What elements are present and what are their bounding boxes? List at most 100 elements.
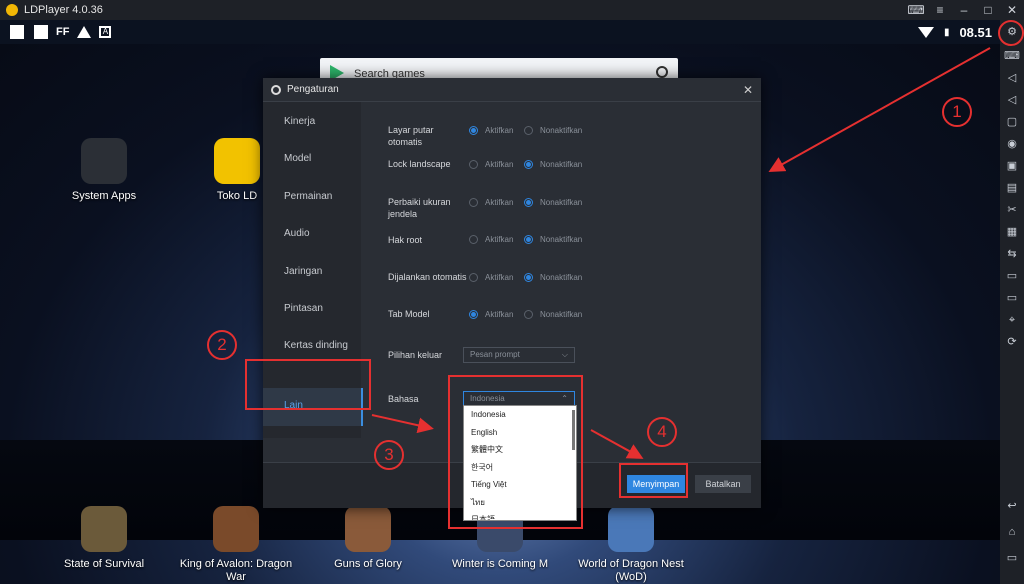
app-guns-of-glory[interactable]: Guns of Glory (308, 506, 428, 571)
back-icon[interactable]: ↩ (1003, 498, 1021, 514)
option-nonaktifkan[interactable]: Nonaktifkan (524, 235, 582, 244)
setting-label: Hak root (388, 235, 423, 245)
warning-icon (77, 26, 92, 38)
option-label: Nonaktifkan (540, 160, 583, 169)
app-system-apps[interactable]: System Apps (44, 138, 164, 203)
keyboard-icon[interactable]: ⌨ (1003, 48, 1021, 64)
radio-on[interactable] (524, 198, 533, 207)
dialog-header: Pengaturan ✕ (263, 78, 761, 102)
toko-ld-icon (214, 138, 260, 184)
option-label: Nonaktifkan (540, 126, 583, 135)
setting-label: Perbaiki ukuran jendela (388, 197, 451, 219)
exit-choice-value: Pesan prompt (470, 350, 520, 359)
screenshot-icon[interactable]: ▢ (1003, 114, 1021, 130)
android-status-bar: FF A ▮ 08.51 (0, 20, 1000, 44)
app-world-of-dragon-nest[interactable]: World of Dragon Nest (WoD) (571, 506, 691, 584)
status-right: ▮ 08.51 (917, 20, 992, 44)
option-aktifkan[interactable]: Aktifkan (469, 310, 513, 319)
option-label: Nonaktifkan (540, 310, 583, 319)
volume-up-icon[interactable]: ◁ (1003, 70, 1021, 86)
radio-off[interactable] (469, 273, 478, 282)
volume-down-icon[interactable]: ◁ (1003, 92, 1021, 108)
status-box-icon: A (99, 26, 112, 38)
app-label: King of Avalon: Dragon War (179, 558, 293, 583)
multi-instance-icon[interactable]: ▦ (1003, 224, 1021, 240)
rotate-icon[interactable]: ⟳ (1003, 334, 1021, 350)
option-label: Nonaktifkan (540, 235, 583, 244)
sidebar-item-kinerja[interactable]: Kinerja (284, 116, 315, 127)
option-label: Aktifkan (485, 160, 514, 169)
option-aktifkan[interactable]: Aktifkan (469, 235, 513, 244)
option-label: Nonaktifkan (540, 273, 583, 282)
fps-icon[interactable]: ▤ (1003, 180, 1021, 196)
install-apk-icon[interactable]: ▣ (1003, 158, 1021, 174)
wifi-icon (917, 26, 934, 38)
radio-on[interactable] (469, 310, 478, 319)
annotation-step-3: 3 (374, 440, 404, 470)
option-label: Aktifkan (485, 310, 514, 319)
close-icon[interactable]: ✕ (743, 83, 753, 97)
option-nonaktifkan[interactable]: Nonaktifkan (524, 273, 582, 282)
location-icon[interactable]: ⌖ (1003, 312, 1021, 328)
folder-icon[interactable]: ▭ (1003, 290, 1021, 306)
scissors-icon[interactable]: ✂ (1003, 202, 1021, 218)
radio-off[interactable] (524, 310, 533, 319)
option-label: Aktifkan (485, 273, 514, 282)
gear-icon (271, 84, 281, 95)
app-label: System Apps (71, 190, 137, 202)
radio-off[interactable] (524, 126, 533, 135)
option-aktifkan[interactable]: Aktifkan (469, 160, 513, 169)
close-icon[interactable]: ✕ (1000, 3, 1024, 17)
option-nonaktifkan[interactable]: Nonaktifkan (524, 310, 582, 319)
shared-folder-icon[interactable]: ▭ (1003, 268, 1021, 284)
option-nonaktifkan[interactable]: Nonaktifkan (524, 198, 582, 207)
maximize-icon[interactable]: □ (976, 3, 1000, 17)
app-label: State of Survival (63, 558, 145, 570)
radio-off[interactable] (469, 160, 478, 169)
home-icon[interactable]: ⌂ (1003, 524, 1021, 540)
gamepad-icon[interactable]: ⌨ (904, 3, 928, 17)
radio-on[interactable] (469, 126, 478, 135)
setting-label: Layar putar otomatis (388, 125, 434, 147)
notification-icon (34, 25, 48, 39)
annotation-highlight-save (619, 463, 688, 498)
minimize-icon[interactable]: – (952, 3, 976, 17)
setting-label: Lock landscape (388, 159, 451, 169)
menu-icon[interactable]: ≡ (928, 3, 952, 17)
sidebar-item-audio[interactable]: Audio (284, 228, 310, 239)
search-icon[interactable] (656, 66, 668, 78)
sidebar-item-model[interactable]: Model (284, 153, 311, 164)
radio-on[interactable] (524, 160, 533, 169)
option-aktifkan[interactable]: Aktifkan (469, 126, 513, 135)
option-nonaktifkan[interactable]: Nonaktifkan (524, 160, 582, 169)
recent-apps-icon[interactable]: ▭ (1003, 550, 1021, 566)
setting-label: Tab Model (388, 309, 430, 319)
sidebar-item-permainan[interactable]: Permainan (284, 191, 332, 202)
annotation-step-4: 4 (647, 417, 677, 447)
app-king-of-avalon[interactable]: King of Avalon: Dragon War (176, 506, 296, 584)
system-apps-icon (81, 138, 127, 184)
app-state-of-survival[interactable]: State of Survival (44, 506, 164, 571)
battery-icon: ▮ (943, 26, 950, 38)
dialog-title: Pengaturan (287, 84, 339, 95)
window-controls: ⌨ ≡ – □ ✕ (904, 0, 1024, 20)
sidebar-item-jaringan[interactable]: Jaringan (284, 266, 322, 277)
cancel-button[interactable]: Batalkan (695, 475, 751, 493)
option-label: Aktifkan (485, 235, 514, 244)
sidebar-item-kertas-dinding[interactable]: Kertas dinding (284, 340, 348, 351)
radio-on[interactable] (524, 235, 533, 244)
option-nonaktifkan[interactable]: Nonaktifkan (524, 126, 582, 135)
record-icon[interactable]: ◉ (1003, 136, 1021, 152)
sync-icon[interactable]: ⇆ (1003, 246, 1021, 262)
radio-off[interactable] (469, 235, 478, 244)
option-aktifkan[interactable]: Aktifkan (469, 198, 513, 207)
radio-on[interactable] (524, 273, 533, 282)
exit-choice-label: Pilihan keluar (388, 350, 443, 360)
radio-off[interactable] (469, 198, 478, 207)
setting-label: Dijalankan otomatis (388, 272, 467, 282)
option-aktifkan[interactable]: Aktifkan (469, 273, 513, 282)
sidebar-item-pintasan[interactable]: Pintasan (284, 303, 323, 314)
notification-icon (10, 25, 24, 39)
option-label: Aktifkan (485, 126, 514, 135)
exit-choice-select[interactable]: Pesan prompt ⌵ (463, 347, 575, 363)
